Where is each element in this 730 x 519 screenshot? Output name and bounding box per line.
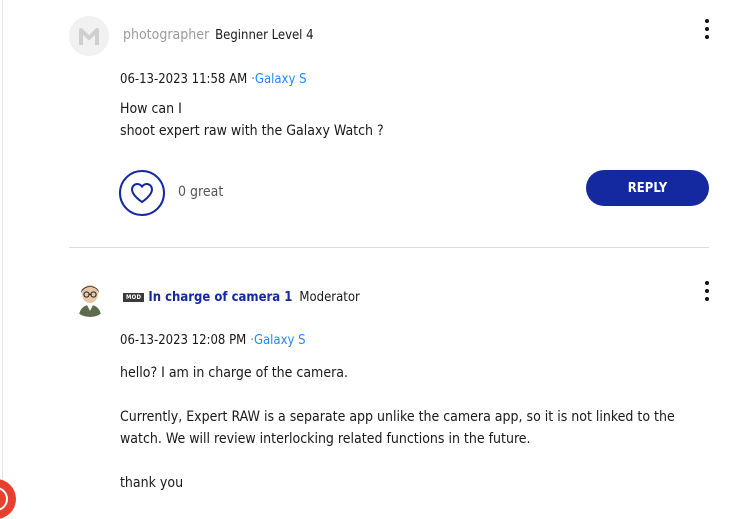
like-count: 0 great [178,184,224,200]
reply-post-1: photographer Beginner Level 4 06-13-2023… [0,0,730,248]
more-options-icon[interactable] [702,281,712,301]
moderator-badge: MOD [123,292,145,302]
post-meta: 06-13-2023 11:58 AM ·Galaxy S [120,72,307,87]
author-line: MOD In charge of camera 1 Moderator [123,287,360,307]
username[interactable]: In charge of camera 1 [148,290,292,305]
avatar-m-icon [69,16,109,56]
avatar[interactable] [70,277,110,317]
board-link[interactable]: Galaxy S [255,72,307,87]
username[interactable]: photographer [123,27,209,43]
body-line: How can I [120,101,182,117]
body-line: shoot expert raw with the Galaxy Watch ? [120,123,384,139]
avatar[interactable] [69,16,109,56]
board-link[interactable]: Galaxy S [254,333,306,348]
post-body: How can I shoot expert raw with the Gala… [120,98,710,142]
body-line: hello? I am in charge of the camera. [120,365,348,381]
post-divider [69,247,709,248]
more-options-icon[interactable] [702,19,712,39]
post-meta: 06-13-2023 12:08 PM ·Galaxy S [120,333,306,348]
heart-icon [131,183,153,203]
reply-post-2: MOD In charge of camera 1 Moderator 06-1… [0,249,730,507]
body-line: Currently, Expert RAW is a separate app … [120,409,675,447]
user-role: Moderator [299,289,360,305]
body-line: thank you [120,475,184,491]
like-button[interactable] [119,170,165,216]
post-date: 06-13-2023 11:58 AM [120,72,248,87]
avatar-person-icon [70,277,110,317]
post-body: hello? I am in charge of the camera. Cur… [120,362,710,494]
reply-button[interactable]: REPLY [586,170,709,206]
user-rank: Beginner Level 4 [215,27,314,43]
post-date: 06-13-2023 12:08 PM [120,333,247,348]
author-line: photographer Beginner Level 4 [123,25,314,45]
